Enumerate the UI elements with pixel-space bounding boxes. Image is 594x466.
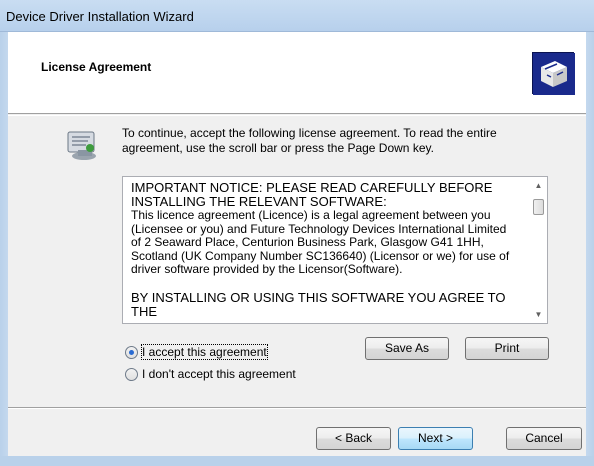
license-paragraph-line: Scotland (UK Company Number SC136640) (L… [131, 248, 510, 263]
next-button[interactable]: Next > [398, 427, 473, 450]
intro-text: To continue, accept the following licens… [122, 126, 497, 155]
scroll-down-arrow-icon[interactable]: ▼ [530, 306, 547, 323]
header-divider [8, 115, 586, 116]
decline-radio-option[interactable]: I don't accept this agreement [125, 366, 296, 382]
license-heading-line: INSTALLING THE RELEVANT SOFTWARE: [131, 194, 387, 209]
wizard-box-icon [532, 52, 575, 95]
accept-radio-label[interactable]: I accept this agreement [141, 344, 268, 360]
license-icon [64, 126, 104, 166]
save-as-button[interactable]: Save As [365, 337, 449, 360]
license-heading-line: IMPORTANT NOTICE: PLEASE READ CAREFULLY … [131, 180, 493, 195]
print-button[interactable]: Print [465, 337, 549, 360]
decline-radio-label[interactable]: I don't accept this agreement [142, 367, 296, 381]
license-text-box[interactable]: IMPORTANT NOTICE: PLEASE READ CAREFULLY … [122, 176, 548, 324]
window-frame-right [586, 32, 594, 466]
title-bar[interactable]: Device Driver Installation Wizard [0, 0, 594, 32]
wizard-header: License Agreement [8, 32, 586, 114]
license-paragraph-line: of 2 Seaward Place, Centurion Business P… [131, 235, 484, 249]
license-paragraph-line: (Licensee or you) and Future Technology … [131, 221, 507, 236]
back-button[interactable]: < Back [316, 427, 391, 450]
window-frame-left [0, 32, 8, 466]
scroll-up-arrow-icon[interactable]: ▲ [530, 177, 547, 194]
accept-radio-button[interactable] [125, 345, 138, 359]
cancel-button[interactable]: Cancel [506, 427, 582, 450]
accept-radio-option[interactable]: I accept this agreement [125, 344, 268, 360]
license-text: IMPORTANT NOTICE: PLEASE READ CAREFULLY … [131, 181, 527, 319]
license-paragraph-line: This licence agreement (Licence) is a le… [131, 208, 491, 222]
decline-radio-button[interactable] [125, 367, 138, 381]
window-title: Device Driver Installation Wizard [6, 9, 194, 24]
wizard-window: Device Driver Installation Wizard Licens… [0, 0, 594, 466]
scroll-thumb[interactable] [533, 199, 544, 215]
page-title: License Agreement [41, 60, 152, 74]
window-frame-bottom [0, 456, 594, 466]
license-paragraph-line: driver software provided by the Licensor… [131, 262, 403, 276]
license-tail-line: BY INSTALLING OR USING THIS SOFTWARE YOU… [131, 289, 506, 319]
license-scrollbar[interactable]: ▲ ▼ [530, 177, 547, 323]
